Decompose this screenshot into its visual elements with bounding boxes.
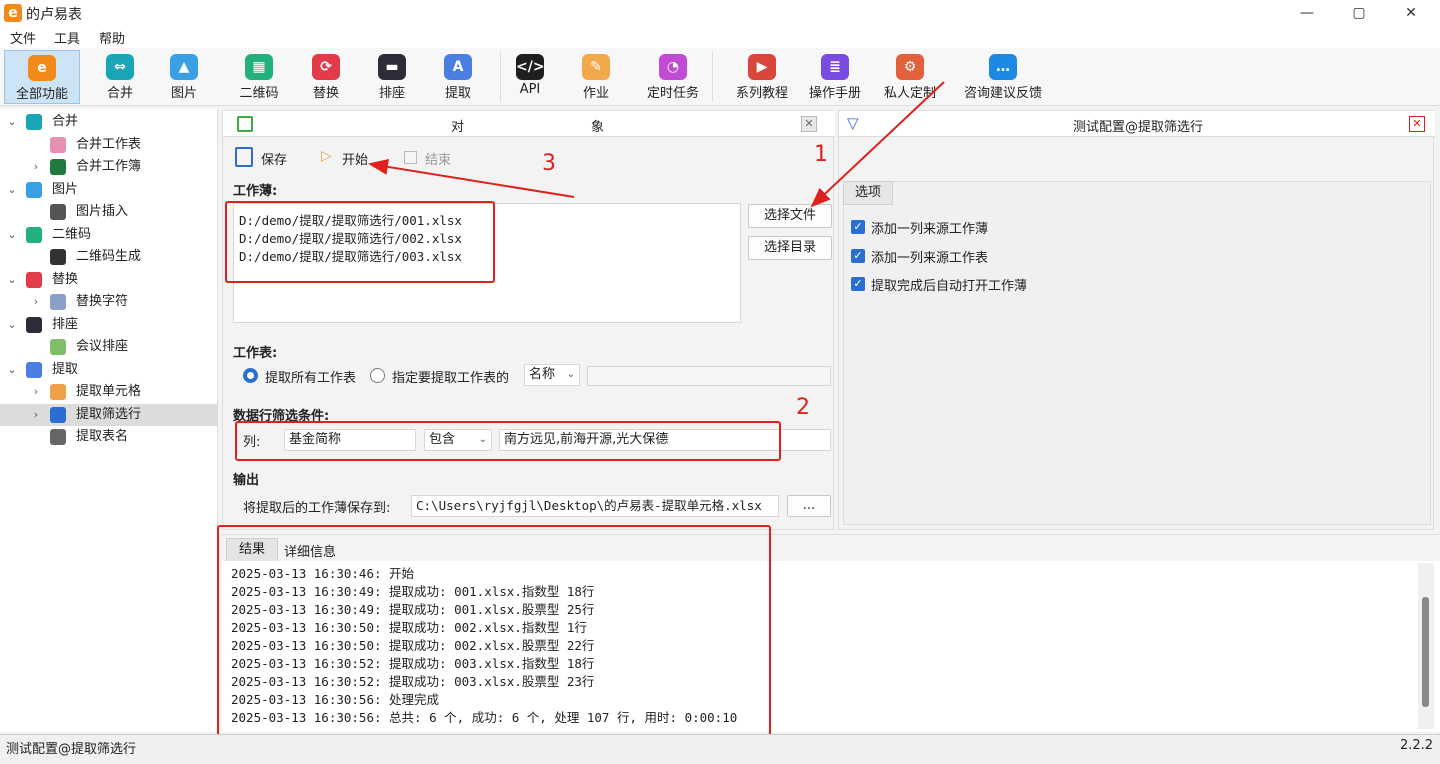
status-text: 测试配置@提取筛选行 xyxy=(6,742,137,757)
annotation-arrows xyxy=(368,81,945,208)
arrow-to-start xyxy=(368,158,575,198)
arrow-to-select-file xyxy=(810,81,945,208)
version-label: 2.2.2 xyxy=(1400,738,1434,753)
status-bar: 测试配置@提取筛选行 2.2.2 xyxy=(0,734,1440,764)
